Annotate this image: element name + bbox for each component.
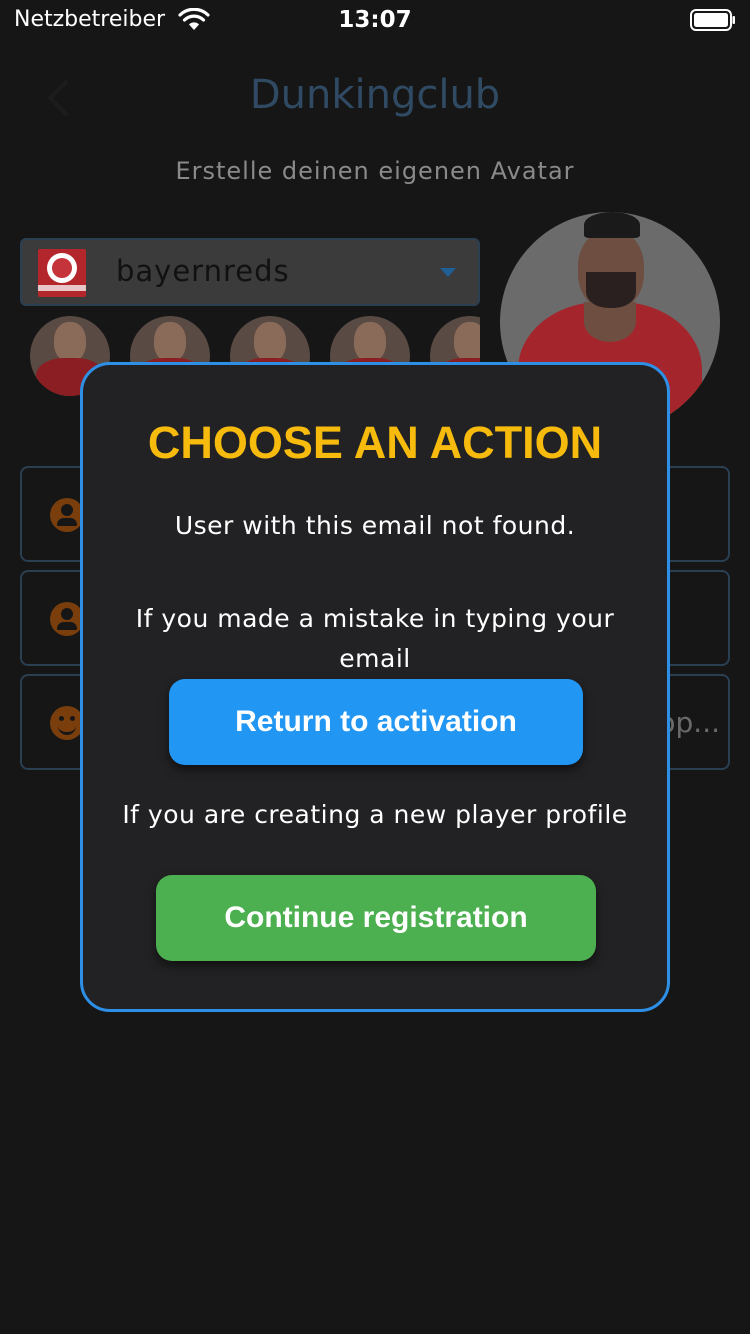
dialog-message: User with this email not found. <box>174 511 576 540</box>
team-logo-icon <box>38 249 86 297</box>
app-title: Dunkingclub <box>249 72 501 118</box>
person-icon <box>50 498 84 532</box>
choose-action-dialog: CHOOSE AN ACTION User with this email no… <box>80 362 670 1012</box>
continue-registration-button[interactable]: Continue registration <box>156 875 596 961</box>
smile-icon <box>50 706 84 740</box>
person-icon <box>50 602 84 636</box>
page-subtitle: Erstelle deinen eigenen Avatar <box>175 157 575 185</box>
mistake-hint: If you made a mistake in typing your ema… <box>135 604 615 673</box>
new-profile-hint: If you are creating a new player profile <box>122 800 628 829</box>
team-select-value: bayernreds <box>116 254 290 288</box>
dialog-title: CHOOSE AN ACTION <box>147 417 603 468</box>
return-to-activation-button[interactable]: Return to activation <box>169 679 583 765</box>
caret-down-icon <box>440 268 456 277</box>
team-select[interactable]: bayernreds <box>20 238 480 306</box>
